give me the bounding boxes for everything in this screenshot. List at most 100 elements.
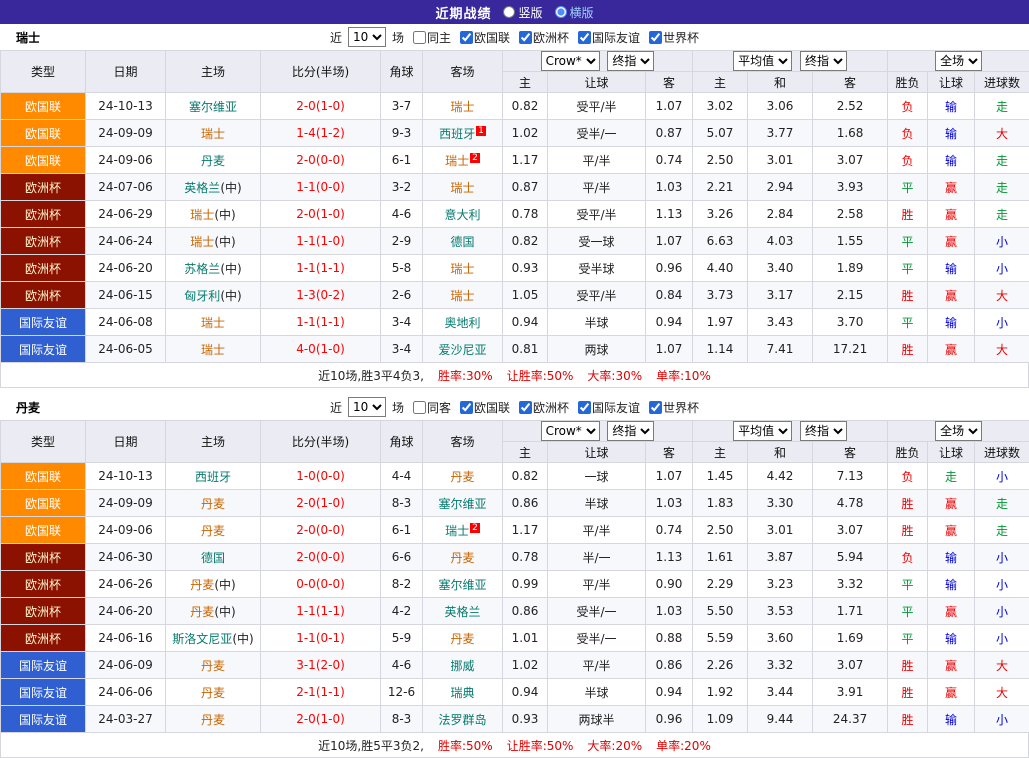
home-team-link[interactable]: 德国	[201, 551, 225, 565]
home-team-link[interactable]: 丹麦	[201, 154, 225, 168]
odds-company-select[interactable]: Crow*	[541, 421, 600, 441]
home-team-link[interactable]: 丹麦	[201, 686, 225, 700]
away-team-cell: 奥地利	[423, 309, 503, 336]
league-label: 欧洲杯	[533, 399, 569, 416]
away-team-link[interactable]: 挪威	[450, 659, 474, 673]
odds-company-select[interactable]: Crow*	[541, 51, 600, 71]
home-team-link[interactable]: 丹麦	[201, 497, 225, 511]
match-date-cell: 24-06-06	[86, 679, 166, 706]
home-team-link[interactable]: 瑞士	[190, 235, 214, 249]
home-team-link[interactable]: 英格兰	[184, 181, 220, 195]
scope-select[interactable]: 全场	[935, 51, 982, 71]
match-type-cell: 欧国联	[1, 517, 86, 544]
summary-odd-rate: 单率:20%	[656, 737, 711, 754]
home-team-cell: 瑞士	[166, 336, 261, 363]
avg-source-select[interactable]: 平均值	[733, 421, 792, 441]
away-team-link[interactable]: 塞尔维亚	[438, 578, 486, 592]
match-row: 国际友谊24-03-27丹麦2-0(1-0)8-3法罗群岛0.93两球半0.96…	[1, 706, 1029, 733]
avg-stage-select[interactable]: 终指	[800, 421, 847, 441]
away-team-link[interactable]: 意大利	[444, 208, 480, 222]
away-team-link[interactable]: 丹麦	[450, 632, 474, 646]
home-team-link[interactable]: 匈牙利	[184, 289, 220, 303]
horizontal-layout-radio[interactable]	[555, 6, 567, 18]
league-option-friendly[interactable]: 国际友谊	[578, 29, 640, 46]
layout-option-vertical[interactable]: 竖版	[503, 4, 542, 21]
same-venue-checkbox[interactable]	[413, 401, 426, 414]
away-team-link[interactable]: 西班牙	[439, 127, 475, 141]
layout-option-horizontal[interactable]: 横版	[555, 4, 594, 21]
league-checkbox[interactable]	[460, 31, 473, 44]
away-team-link[interactable]: 瑞士	[445, 154, 469, 168]
away-team-link[interactable]: 法罗群岛	[438, 713, 486, 727]
home-team-link[interactable]: 瑞士	[201, 343, 225, 357]
handicap-result-cell: 赢	[928, 201, 975, 228]
league-checkbox[interactable]	[578, 31, 591, 44]
away-team-link[interactable]: 爱沙尼亚	[438, 343, 486, 357]
home-team-link[interactable]: 西班牙	[195, 470, 231, 484]
match-count-select[interactable]: 10	[348, 397, 386, 417]
away-team-cell: 塞尔维亚	[423, 490, 503, 517]
subcol-avg-draw: 和	[748, 72, 813, 93]
league-option-euro[interactable]: 欧洲杯	[519, 399, 569, 416]
away-team-link[interactable]: 英格兰	[444, 605, 480, 619]
wdl-result-cell: 胜	[888, 517, 928, 544]
subcol-handicap-result: 让球	[928, 442, 975, 463]
away-team-cell: 英格兰	[423, 598, 503, 625]
league-checkbox[interactable]	[649, 401, 662, 414]
same-venue-checkbox[interactable]	[413, 31, 426, 44]
handicap-cell: 受一球	[548, 228, 646, 255]
red-card-badge: 2	[470, 153, 480, 163]
goals-result-cell: 大	[975, 679, 1029, 706]
avg-source-select[interactable]: 平均值	[733, 51, 792, 71]
odds-away-cell: 0.74	[646, 517, 693, 544]
home-team-link[interactable]: 丹麦	[201, 524, 225, 538]
league-option-worldcup[interactable]: 世界杯	[649, 399, 699, 416]
odds-stage-select[interactable]: 终指	[607, 51, 654, 71]
neutral-venue-suffix: (中)	[232, 632, 253, 646]
home-team-link[interactable]: 瑞士	[201, 316, 225, 330]
odds-home-cell: 1.01	[503, 625, 548, 652]
away-team-link[interactable]: 丹麦	[450, 551, 474, 565]
league-checkbox[interactable]	[578, 401, 591, 414]
league-checkbox[interactable]	[519, 401, 532, 414]
away-team-link[interactable]: 奥地利	[444, 316, 480, 330]
home-team-link[interactable]: 丹麦	[201, 713, 225, 727]
away-team-link[interactable]: 瑞士	[450, 262, 474, 276]
away-team-link[interactable]: 瑞士	[445, 524, 469, 538]
score-cell: 1-4(1-2)	[261, 120, 381, 147]
home-team-link[interactable]: 斯洛文尼亚	[172, 632, 232, 646]
home-team-link[interactable]: 瑞士	[190, 208, 214, 222]
away-team-cell: 挪威	[423, 652, 503, 679]
home-team-link[interactable]: 塞尔维亚	[189, 100, 237, 114]
odds-stage-select[interactable]: 终指	[607, 421, 654, 441]
scope-select[interactable]: 全场	[935, 421, 982, 441]
league-option-euro[interactable]: 欧洲杯	[519, 29, 569, 46]
home-team-link[interactable]: 苏格兰	[184, 262, 220, 276]
same-venue-option[interactable]: 同主	[413, 29, 451, 46]
league-option-friendly[interactable]: 国际友谊	[578, 399, 640, 416]
odds-away-cell: 1.13	[646, 201, 693, 228]
away-team-link[interactable]: 德国	[450, 235, 474, 249]
league-option-nations[interactable]: 欧国联	[460, 29, 510, 46]
away-team-link[interactable]: 瑞士	[450, 181, 474, 195]
league-checkbox[interactable]	[519, 31, 532, 44]
league-checkbox[interactable]	[460, 401, 473, 414]
league-option-nations[interactable]: 欧国联	[460, 399, 510, 416]
avg-home-cell: 2.21	[693, 174, 748, 201]
away-team-link[interactable]: 丹麦	[450, 470, 474, 484]
vertical-layout-radio[interactable]	[503, 6, 515, 18]
home-team-link[interactable]: 瑞士	[201, 127, 225, 141]
league-option-worldcup[interactable]: 世界杯	[649, 29, 699, 46]
avg-stage-select[interactable]: 终指	[800, 51, 847, 71]
away-team-link[interactable]: 塞尔维亚	[438, 497, 486, 511]
league-checkbox[interactable]	[649, 31, 662, 44]
odds-home-cell: 0.82	[503, 93, 548, 120]
away-team-link[interactable]: 瑞典	[450, 686, 474, 700]
home-team-link[interactable]: 丹麦	[201, 659, 225, 673]
away-team-link[interactable]: 瑞士	[450, 100, 474, 114]
same-venue-option[interactable]: 同客	[413, 399, 451, 416]
match-count-select[interactable]: 10	[348, 27, 386, 47]
home-team-link[interactable]: 丹麦	[190, 605, 214, 619]
away-team-link[interactable]: 瑞士	[450, 289, 474, 303]
home-team-link[interactable]: 丹麦	[190, 578, 214, 592]
